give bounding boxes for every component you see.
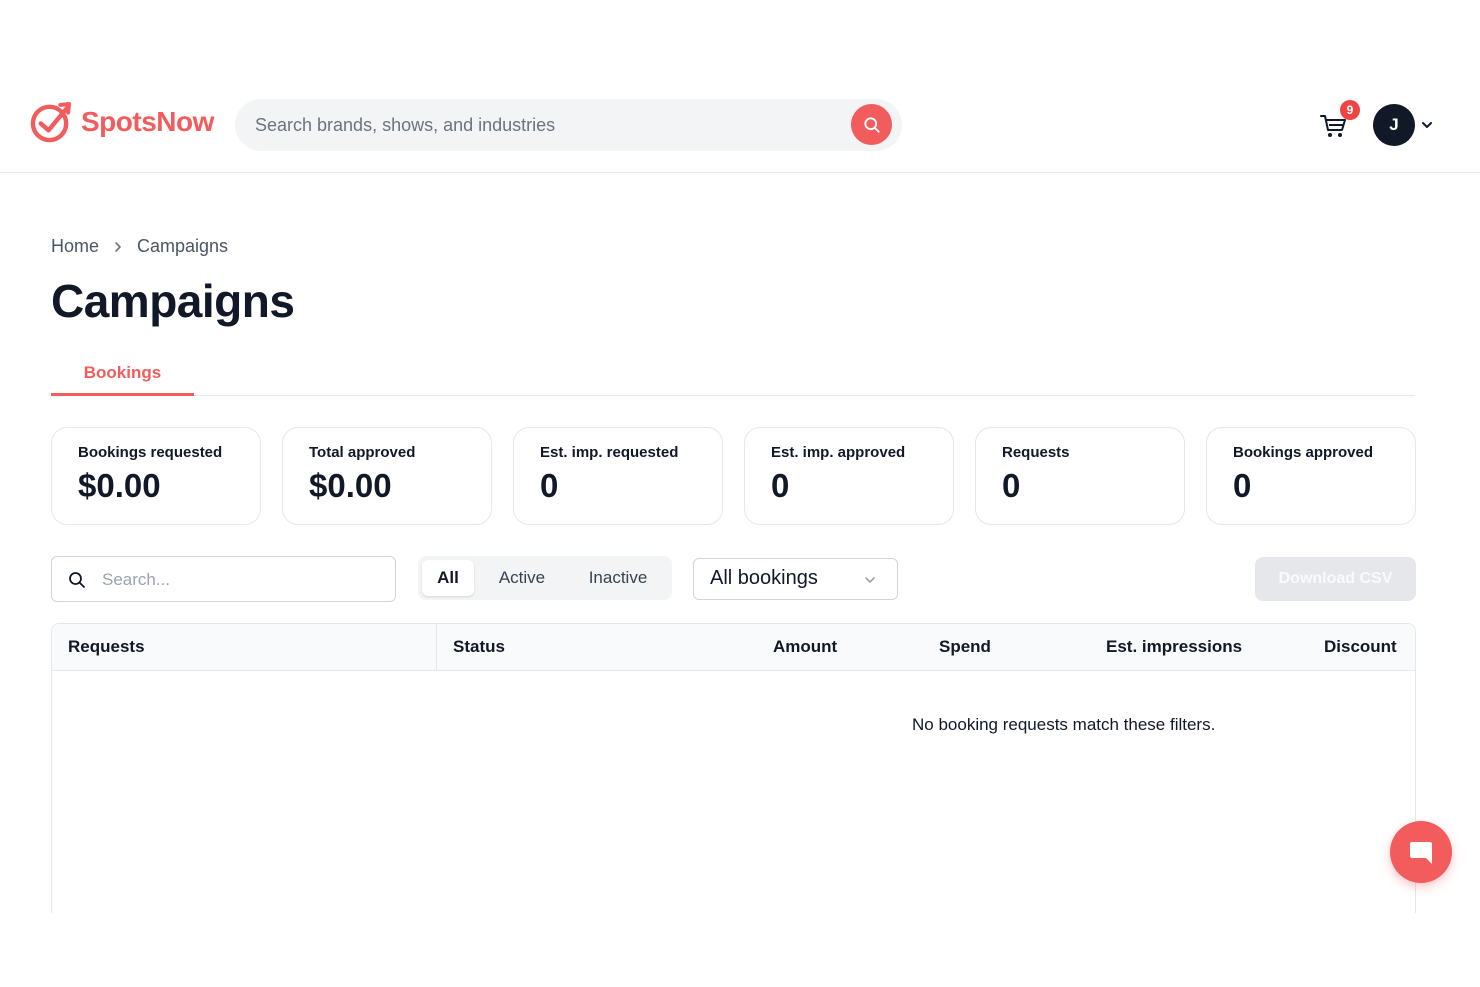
stat-value: $0.00 [309, 467, 392, 504]
chevron-down-icon [865, 577, 875, 583]
stat-label: Bookings approved [1233, 444, 1374, 461]
chevron-down-icon[interactable] [1420, 118, 1434, 132]
bookings-search-input[interactable] [102, 567, 382, 593]
global-search-input[interactable] [255, 111, 835, 139]
bookings-type-select[interactable]: All bookings [693, 558, 898, 600]
chat-icon [1410, 842, 1432, 864]
download-csv-button[interactable]: Download CSV [1255, 557, 1416, 601]
stat-value: $0.00 [78, 467, 161, 504]
target-check-icon [30, 101, 72, 143]
tab-bookings[interactable]: Bookings [51, 360, 194, 396]
stat-card-est-imp-requested: Est. imp. requested 0 [513, 427, 723, 525]
user-avatar[interactable]: J [1373, 104, 1415, 146]
stat-card-est-imp-approved: Est. imp. approved 0 [744, 427, 954, 525]
page-title: Campaigns [51, 275, 295, 327]
column-est-impressions[interactable]: Est. impressions [1106, 637, 1242, 657]
status-filter-all[interactable]: All [422, 560, 474, 596]
stat-label: Total approved [309, 444, 416, 461]
top-header: SpotsNow 9 J [0, 0, 1480, 173]
bookings-type-value: All bookings [710, 567, 818, 589]
global-search-button[interactable] [851, 104, 892, 145]
empty-state-message: No booking requests match these filters. [912, 715, 1216, 734]
stat-value: 0 [1002, 467, 1021, 504]
stats-row: Bookings requested $0.00 Total approved … [51, 427, 1416, 525]
search-icon [863, 116, 880, 133]
stat-card-bookings-approved: Bookings approved 0 [1206, 427, 1416, 525]
stat-label: Requests [1002, 444, 1070, 461]
stat-label: Bookings requested [78, 444, 223, 461]
breadcrumb-home[interactable]: Home [51, 236, 99, 257]
chat-button[interactable] [1390, 821, 1452, 883]
status-filter: All Active Inactive [418, 556, 672, 600]
column-amount[interactable]: Amount [773, 637, 837, 657]
status-filter-inactive[interactable]: Inactive [570, 560, 666, 596]
stat-card-requests: Requests 0 [975, 427, 1185, 525]
bookings-table: Requests Status Amount Spend Est. impres… [51, 623, 1416, 913]
table-header: Requests Status Amount Spend Est. impres… [52, 624, 1415, 671]
stat-value: 0 [771, 467, 790, 504]
global-search [235, 99, 902, 151]
stat-value: 0 [540, 467, 559, 504]
stat-value: 0 [1233, 467, 1252, 504]
cart-count-badge: 9 [1340, 100, 1360, 120]
breadcrumb-current: Campaigns [137, 236, 229, 256]
stat-label: Est. imp. requested [540, 444, 679, 461]
column-discount[interactable]: Discount [1324, 637, 1397, 657]
column-requests[interactable]: Requests [68, 637, 145, 657]
stat-card-bookings-requested: Bookings requested $0.00 [51, 427, 261, 525]
search-icon [69, 572, 85, 588]
tab-bar: Bookings [51, 360, 1415, 396]
column-divider [436, 624, 437, 671]
bookings-search [51, 556, 396, 602]
chevron-right-icon [115, 241, 121, 252]
brand-logo[interactable]: SpotsNow [30, 100, 214, 143]
stat-card-total-approved: Total approved $0.00 [282, 427, 492, 525]
brand-name: SpotsNow [81, 105, 214, 137]
stat-label: Est. imp. approved [771, 444, 906, 461]
column-status[interactable]: Status [453, 637, 505, 657]
column-spend[interactable]: Spend [939, 637, 991, 657]
breadcrumb: Home Campaigns [51, 236, 228, 257]
status-filter-active[interactable]: Active [482, 560, 562, 596]
